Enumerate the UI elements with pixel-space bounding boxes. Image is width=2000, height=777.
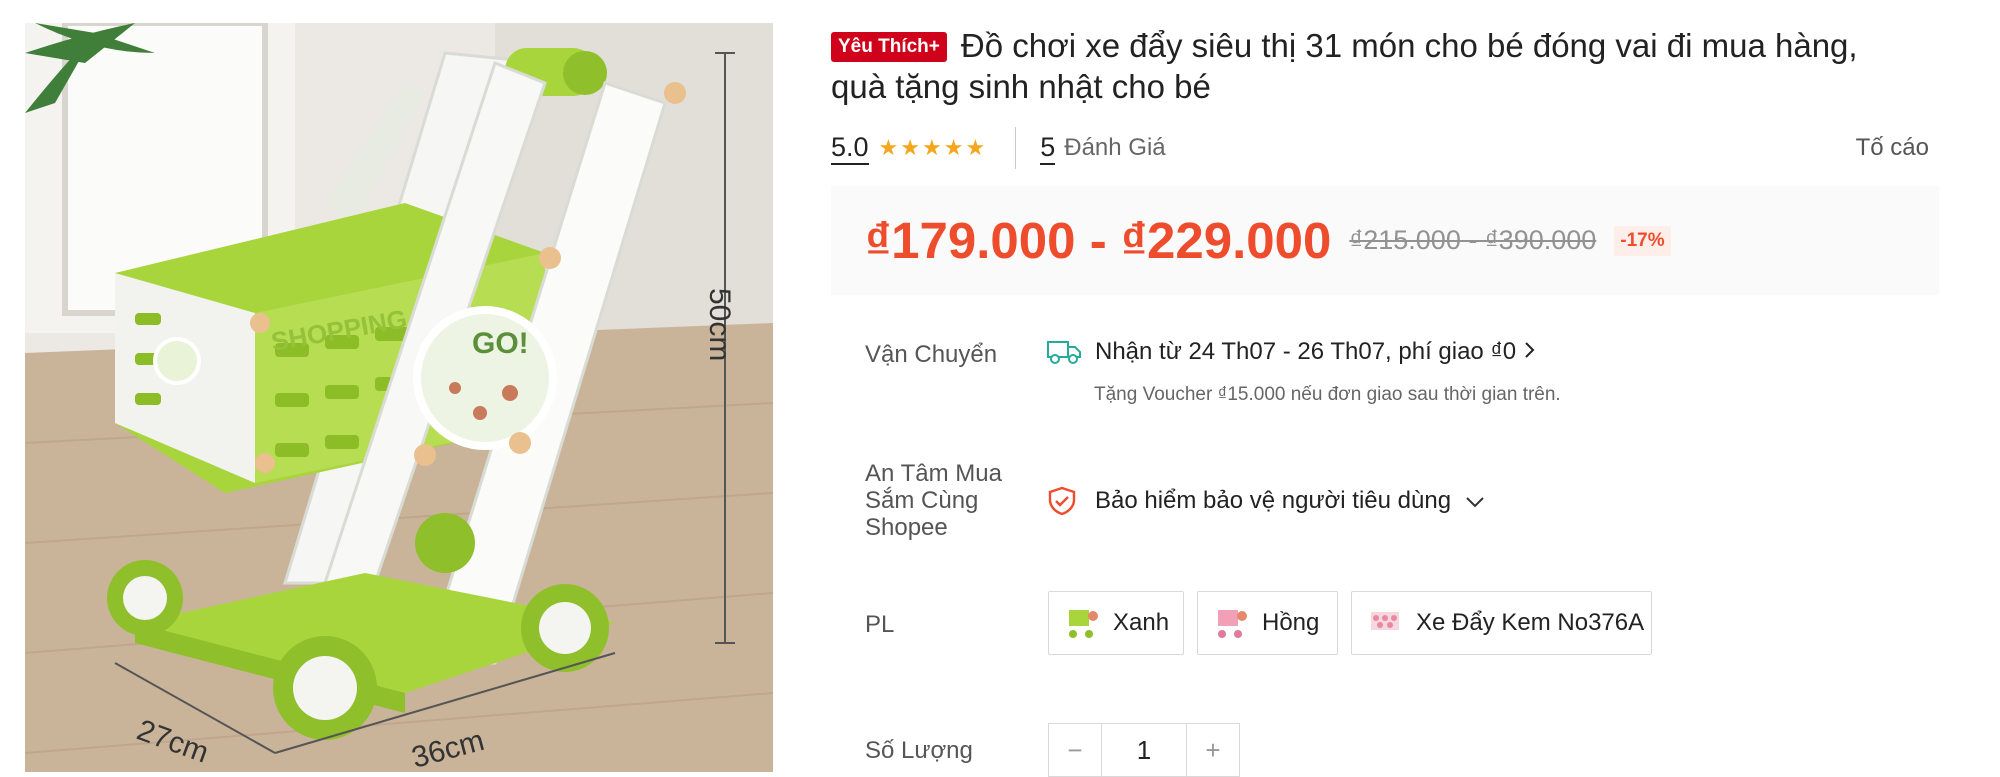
price-box: ₫179.000 - ₫229.000 ₫215.000 - ₫390.000 … <box>831 186 1939 295</box>
protection-text: Bảo hiểm bảo vệ người tiêu dùng <box>1095 487 1452 514</box>
discount-badge: -17% <box>1614 225 1671 256</box>
truck-icon <box>1047 339 1081 365</box>
rating-score[interactable]: 5.0 <box>831 132 869 165</box>
protection-info[interactable]: Bảo hiểm bảo vệ người tiêu dùng <box>1047 486 1485 516</box>
protection-label-line: Shopee <box>865 514 948 541</box>
star-icon: ★ <box>922 135 942 160</box>
shield-icon <box>1047 486 1077 516</box>
shipping-info[interactable]: Nhận từ 24 Th07 - 26 Th07, phí giao ₫0 <box>1047 338 1536 366</box>
title-line-2: quà tặng sinh nhật cho bé <box>831 68 1211 105</box>
chevron-down-icon <box>1465 487 1485 515</box>
quantity-decrease-button[interactable]: − <box>1049 724 1101 776</box>
variant-option-hong[interactable]: Hồng <box>1197 591 1338 655</box>
report-link[interactable]: Tố cáo <box>1856 134 1929 162</box>
variant-option-xe-day-kem[interactable]: Xe Đẩy Kem No376A <box>1351 591 1652 655</box>
quantity-stepper: − 1 + <box>1048 723 1240 777</box>
quantity-label: Số Lượng <box>865 737 973 764</box>
review-count[interactable]: 5 <box>1040 132 1056 165</box>
quantity-increase-button[interactable]: + <box>1187 724 1239 776</box>
shipping-text: Nhận từ 24 Th07 - 26 Th07, phí giao ₫0 <box>1095 338 1517 365</box>
svg-text:GO!: GO! <box>472 327 529 360</box>
rating-row: 5.0 ★ ★ ★ ★ ★ 5 Đánh Giá Tố cáo <box>831 126 1929 170</box>
product-title-block: Yêu Thích+ Đồ chơi xe đẩy siêu thị 31 món… <box>831 26 1939 107</box>
star-icon: ★ <box>965 135 986 160</box>
variant-thumbnail <box>1366 604 1404 642</box>
divider <box>1015 127 1017 169</box>
quantity-input[interactable]: 1 <box>1101 724 1187 776</box>
star-icon: ★ <box>943 135 964 160</box>
protection-label: An Tâm Mua Sắm Cùng Shopee <box>865 460 1002 541</box>
product-image[interactable]: SHOPPING GO! 50cm 27cm 36cm <box>25 23 773 772</box>
height-dimension-label: 50cm <box>703 288 736 361</box>
current-price: ₫179.000 - ₫229.000 <box>865 212 1332 269</box>
product-title: Yêu Thích+ Đồ chơi xe đẩy siêu thị 31 món… <box>831 26 1939 107</box>
chevron-right-icon <box>1524 338 1536 366</box>
variant-option-label: Xe Đẩy Kem No376A <box>1416 609 1645 636</box>
review-label: Đánh Giá <box>1064 134 1166 161</box>
shipping-label: Vận Chuyển <box>865 341 998 368</box>
variant-thumbnail <box>1212 604 1250 642</box>
star-icon: ★ <box>878 135 899 160</box>
star-icon: ★ <box>900 135 921 160</box>
variant-thumbnail <box>1063 604 1101 642</box>
title-line-1: Đồ chơi xe đẩy siêu thị 31 món cho bé đó… <box>960 27 1858 64</box>
favorite-plus-badge: Yêu Thích+ <box>831 32 947 62</box>
variant-label: PL <box>865 611 895 638</box>
variant-option-label: Xanh <box>1113 609 1170 636</box>
original-price: ₫215.000 - ₫390.000 <box>1349 225 1597 255</box>
shipping-voucher-note: Tặng Voucher ₫15.000 nếu đơn giao sau th… <box>1094 384 1561 405</box>
protection-label-line: An Tâm Mua <box>865 460 1002 487</box>
variant-option-xanh[interactable]: Xanh <box>1048 591 1184 655</box>
protection-label-line: Sắm Cùng <box>865 487 979 514</box>
variant-option-label: Hồng <box>1262 609 1320 636</box>
rating-stars: ★ ★ ★ ★ ★ <box>879 137 986 159</box>
